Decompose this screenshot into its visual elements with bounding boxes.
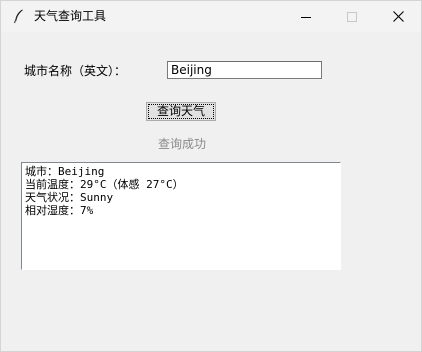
feather-icon [11, 8, 27, 24]
maximize-button[interactable] [329, 1, 375, 32]
window-title: 天气查询工具 [34, 9, 107, 23]
status-message: 查询成功 [157, 137, 206, 151]
result-line-temperature: 当前温度：29°C（体感 27°C） [25, 178, 184, 191]
close-button[interactable] [375, 1, 421, 32]
result-text-area[interactable]: 城市：Beijing 当前温度：29°C（体感 27°C） 天气状况：Sunny… [21, 162, 341, 270]
result-line-condition: 天气状况：Sunny [25, 191, 114, 204]
query-weather-button[interactable]: 查询天气 [146, 102, 216, 121]
close-icon [392, 11, 404, 22]
city-name-label: 城市名称（英文）： [24, 64, 127, 78]
minimize-icon [301, 16, 311, 18]
result-line-city: 城市：Beijing [25, 165, 105, 178]
maximize-icon [347, 11, 357, 22]
result-line-humidity: 相对湿度：7% [25, 204, 94, 217]
city-name-input[interactable] [167, 61, 322, 79]
title-bar[interactable]: 天气查询工具 [1, 1, 421, 32]
minimize-button[interactable] [283, 1, 329, 32]
weather-app-window: 天气查询工具 城市名称（英文）： 查询天气 查询成功 城市：Beijing 当前… [0, 0, 422, 352]
